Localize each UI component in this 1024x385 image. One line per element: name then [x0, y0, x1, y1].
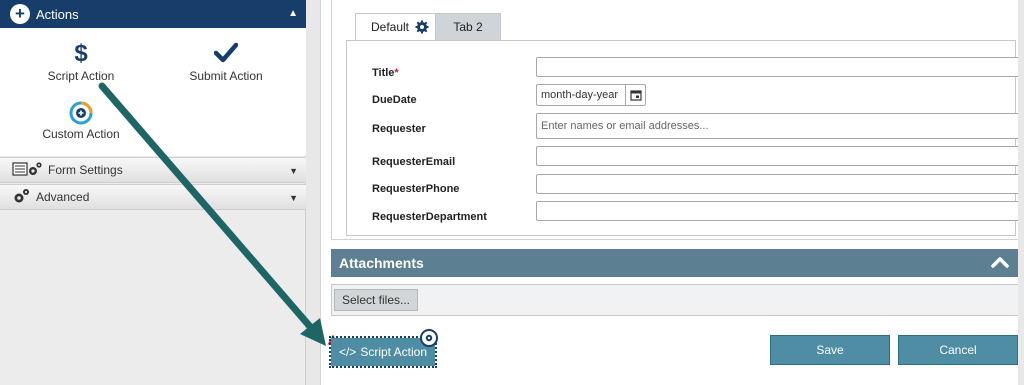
submit-action-item[interactable]: Submit Action: [183, 42, 269, 83]
code-icon: </>: [338, 345, 357, 359]
requester-phone-input[interactable]: [536, 174, 1024, 194]
form-settings-icon: [12, 160, 42, 181]
dollar-icon: $: [74, 40, 88, 67]
attachments-body: Select files...: [331, 284, 1019, 316]
form-frame: Default Tab 2 Title* DueDate month-day-y…: [331, 0, 1024, 240]
duedate-input[interactable]: month-day-year: [536, 84, 646, 106]
caret-down-icon[interactable]: ▼: [289, 193, 298, 203]
requester-label: Requester: [372, 123, 426, 135]
custom-action-item[interactable]: Custom Action: [40, 100, 122, 141]
tab-content: Title* DueDate month-day-year Requester …: [346, 40, 1024, 236]
form-canvas: Default Tab 2 Title* DueDate month-day-y…: [320, 0, 1024, 385]
requester-input[interactable]: Enter names or email addresses...: [536, 113, 1024, 139]
control-settings-icon[interactable]: [420, 329, 438, 347]
cancel-button[interactable]: Cancel: [898, 335, 1018, 365]
select-files-button[interactable]: Select files...: [334, 289, 418, 311]
attachments-title: Attachments: [339, 255, 424, 271]
advanced-label: Advanced: [36, 190, 90, 204]
custom-action-label: Custom Action: [42, 127, 120, 141]
requester-placeholder: Enter names or email addresses...: [541, 120, 709, 132]
attachments-header[interactable]: Attachments: [331, 249, 1019, 277]
actions-header[interactable]: + Actions ▲: [0, 0, 306, 28]
requester-phone-label: RequesterPhone: [372, 183, 460, 195]
caret-up-icon[interactable]: ▲: [288, 8, 298, 19]
gear-icon[interactable]: [415, 20, 429, 34]
form-settings-label: Form Settings: [48, 163, 123, 177]
requester-department-label: RequesterDepartment: [372, 211, 487, 223]
plus-circle-icon: +: [10, 4, 30, 24]
form-settings-section[interactable]: Form Settings ▼: [0, 157, 306, 183]
required-marker: *: [394, 67, 399, 79]
chevron-up-icon[interactable]: [991, 255, 1009, 272]
script-action-label: Script Action: [47, 69, 115, 83]
calendar-icon[interactable]: [625, 85, 645, 105]
gears-icon: [12, 187, 30, 208]
toolbox-panel: + Actions ▲ $ Script Action Submit Actio…: [0, 0, 306, 385]
save-button[interactable]: Save: [770, 335, 890, 365]
title-input[interactable]: [536, 57, 1024, 77]
custom-action-icon: [40, 100, 122, 125]
actions-header-title: Actions: [36, 6, 79, 22]
duedate-value: month-day-year: [541, 89, 619, 101]
tab-2-label: Tab 2: [453, 20, 483, 34]
duedate-label: DueDate: [372, 94, 417, 106]
actions-list: $ Script Action Submit Action Custom Act…: [0, 28, 306, 156]
requester-email-input[interactable]: [536, 146, 1024, 166]
submit-action-label: Submit Action: [189, 69, 263, 83]
requester-email-label: RequesterEmail: [372, 156, 456, 168]
tab-default[interactable]: Default: [355, 13, 445, 41]
advanced-section[interactable]: Advanced ▼: [0, 184, 306, 210]
script-action-control-label: Script Action: [360, 345, 428, 359]
script-action-control[interactable]: </> Script Action: [329, 336, 437, 368]
tab-default-label: Default: [370, 20, 410, 34]
caret-down-icon[interactable]: ▼: [289, 166, 298, 176]
scrollbar[interactable]: [1018, 0, 1024, 385]
script-action-item[interactable]: $ Script Action: [40, 40, 122, 84]
tab-2[interactable]: Tab 2: [435, 13, 501, 41]
checkmark-icon: [183, 42, 269, 66]
title-label: Title*: [372, 67, 399, 79]
requester-department-input[interactable]: [536, 201, 1024, 221]
title-label-text: Title: [372, 67, 395, 79]
